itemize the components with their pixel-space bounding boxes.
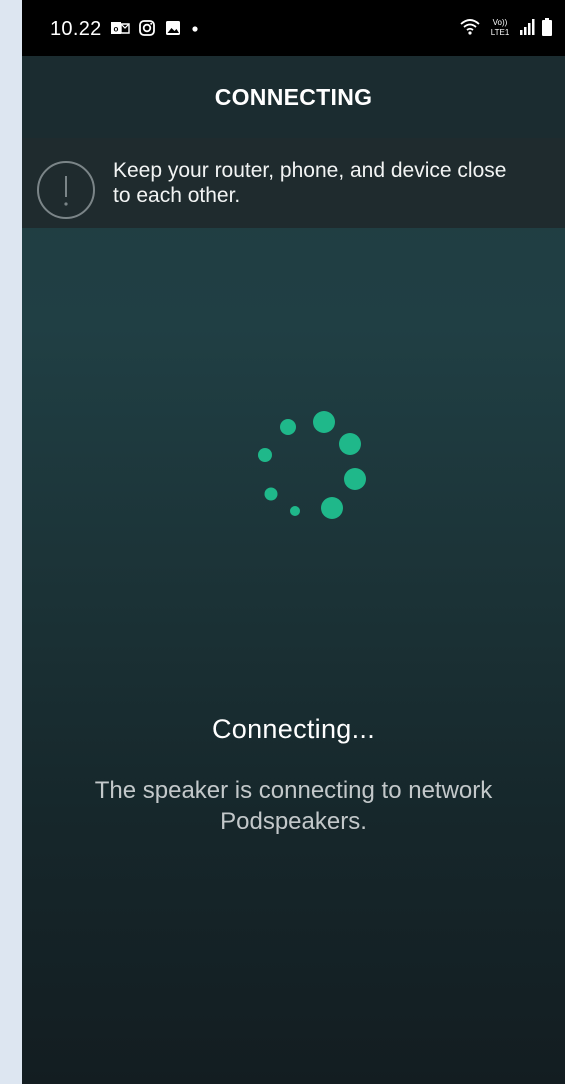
status-bar: 10.22 o Vo)) LTE1 <box>22 0 565 56</box>
connecting-heading: Connecting... <box>212 714 375 744</box>
status-time: 10.22 <box>50 18 102 40</box>
exclamation-circle-icon <box>37 161 95 219</box>
gallery-icon <box>166 21 180 35</box>
dot-icon <box>192 26 198 32</box>
outlook-icon: o <box>111 22 130 34</box>
lte-label: LTE1 <box>491 28 510 37</box>
volte-label: Vo)) <box>493 18 508 27</box>
instagram-icon <box>139 20 155 36</box>
phone-screen: 10.22 o Vo)) LTE1 CONNECTING Keep your r… <box>22 0 565 1084</box>
loading-spinner-icon <box>258 411 366 519</box>
screen-frame: 10.22 o Vo)) LTE1 CONNECTING Keep your r… <box>0 0 565 1084</box>
description-line2: Podspeakers. <box>220 808 367 835</box>
volte-lte-icon: Vo)) LTE1 <box>491 18 510 37</box>
connecting-description: The speaker is connecting to network Pod… <box>52 775 535 837</box>
description-line1: The speaker is connecting to network <box>94 777 493 804</box>
svg-text:o: o <box>114 25 119 34</box>
system-icons: Vo)) LTE1 <box>459 16 553 38</box>
notice-text: Keep your router, phone, and device clos… <box>113 158 565 208</box>
app-bar: CONNECTING <box>22 56 565 138</box>
notice-text-line2: to each other. <box>113 184 241 207</box>
wifi-calling-icon <box>460 19 480 35</box>
battery-icon <box>542 18 552 36</box>
notice-banner: Keep your router, phone, and device clos… <box>22 138 565 228</box>
page-title: CONNECTING <box>214 84 373 110</box>
notification-icons: o <box>110 19 200 37</box>
notice-text-line1: Keep your router, phone, and device clos… <box>113 159 507 182</box>
signal-icon <box>520 19 535 35</box>
